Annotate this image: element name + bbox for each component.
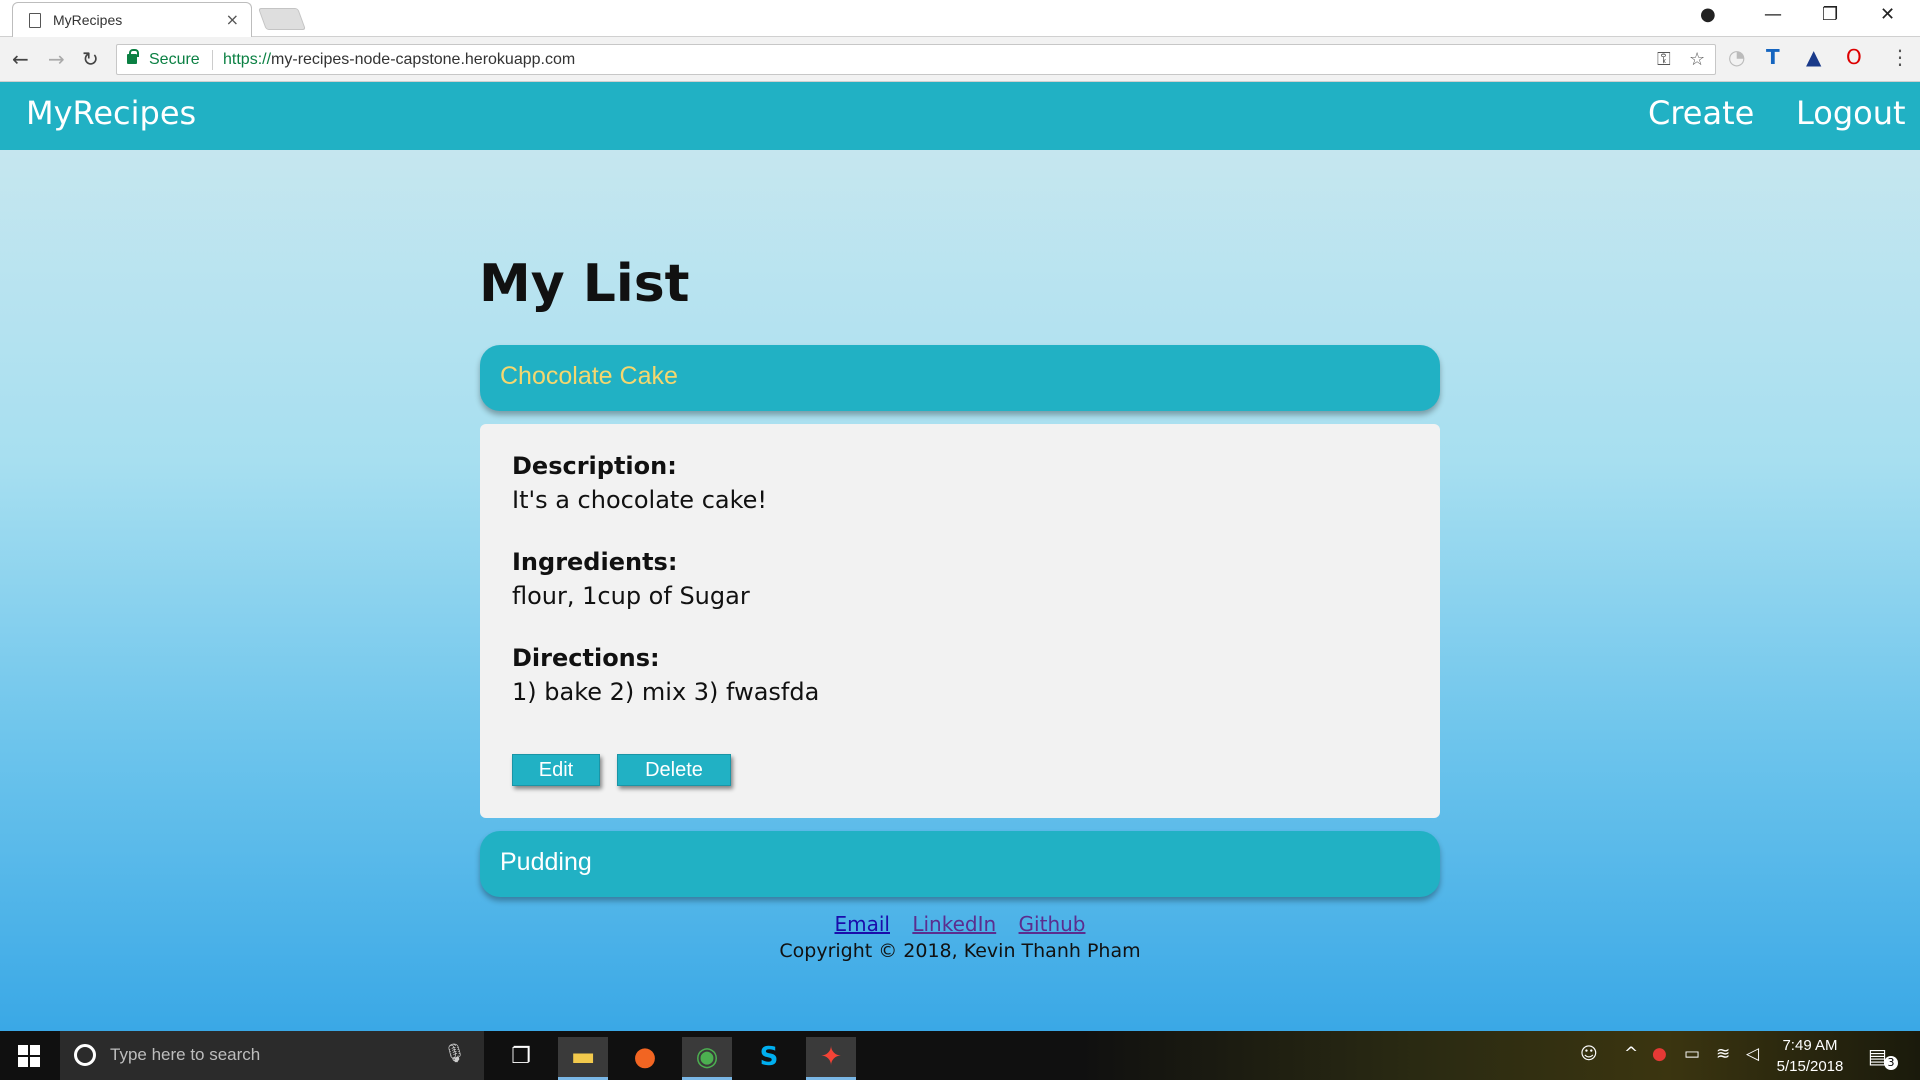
divider [212, 50, 213, 70]
windows-start-icon[interactable] [18, 1045, 40, 1067]
cortana-icon [74, 1044, 96, 1066]
email-link[interactable]: Email [835, 912, 891, 936]
tab-title: MyRecipes [53, 12, 123, 28]
profile-icon[interactable]: ● [1700, 4, 1716, 25]
new-tab-button[interactable] [257, 8, 307, 30]
system-clock[interactable]: 7:49 AM 5/15/2018 [1775, 1035, 1845, 1077]
recipe-title: Pudding [500, 848, 592, 876]
windows-taskbar: Type here to search 🎙 ❐ ▬ ● ◉ S ✦ ☺ ^ ● … [0, 1031, 1920, 1080]
battery-icon[interactable]: ▭ [1684, 1044, 1700, 1064]
url-host: my-recipes-node-capstone.herokuapp.com [271, 51, 576, 68]
browser-tab-strip: MyRecipes × ● — ❐ ✕ [0, 0, 1920, 38]
extension-icon[interactable]: ◔ [1728, 45, 1745, 69]
restore-icon[interactable]: ❐ [1822, 4, 1838, 25]
menu-icon[interactable]: ⋮ [1890, 45, 1910, 69]
microphone-icon[interactable]: 🎙 [443, 1043, 466, 1064]
recipe-header-chocolate-cake[interactable]: Chocolate Cake [480, 345, 1440, 411]
lock-icon [127, 49, 139, 64]
recipe-header-pudding[interactable]: Pudding [480, 831, 1440, 897]
description-label: Description: [512, 452, 677, 480]
url-text: https://my-recipes-node-capstone.herokua… [223, 51, 575, 69]
directions-label: Directions: [512, 644, 660, 672]
opera-icon[interactable]: O [1846, 45, 1862, 69]
file-explorer-icon[interactable]: ▬ [558, 1037, 608, 1080]
create-link[interactable]: Create [1648, 94, 1754, 132]
ingredients-text: flour, 1cup of Sugar [512, 582, 750, 610]
tab-close-icon[interactable]: × [226, 10, 239, 29]
browser-toolbar: ← → ↻ Secure https://my-recipes-node-cap… [0, 37, 1920, 82]
task-view-icon[interactable]: ❐ [496, 1037, 546, 1080]
people-icon[interactable]: ☺ [1580, 1044, 1598, 1064]
minimize-icon[interactable]: — [1764, 4, 1782, 25]
chevron-up-icon[interactable]: ^ [1624, 1044, 1638, 1064]
taskbar-search-box[interactable]: Type here to search 🎙 [60, 1031, 484, 1080]
delete-button[interactable]: Delete [617, 754, 731, 786]
browser-tab[interactable]: MyRecipes × [12, 2, 252, 38]
reload-icon[interactable]: ↻ [82, 47, 99, 71]
extension-drive-icon[interactable]: ▲ [1806, 45, 1821, 69]
chrome-icon[interactable]: ◉ [682, 1037, 732, 1080]
forward-icon[interactable]: → [48, 47, 65, 71]
recipe-title: Chocolate Cake [500, 362, 678, 390]
footer-links: Email LinkedIn Github [0, 912, 1920, 936]
antivirus-icon[interactable]: ● [1652, 1044, 1667, 1064]
linkedin-link[interactable]: LinkedIn [912, 912, 996, 936]
edit-button[interactable]: Edit [512, 754, 600, 786]
notification-count-badge: 3 [1884, 1056, 1898, 1070]
skype-icon[interactable]: S [744, 1037, 794, 1080]
bookmark-star-icon[interactable]: ☆ [1689, 49, 1705, 70]
copyright-text: Copyright © 2018, Kevin Thanh Pham [779, 940, 1141, 962]
site-navbar: MyRecipes Create Logout [0, 82, 1920, 150]
wifi-icon[interactable]: ≋ [1716, 1044, 1730, 1064]
directions-text: 1) bake 2) mix 3) fwasfda [512, 678, 820, 706]
recipe-detail-panel: Description: It's a chocolate cake! Ingr… [480, 424, 1440, 818]
volume-icon[interactable]: ◁ [1746, 1044, 1759, 1064]
page-icon [29, 13, 41, 28]
back-icon[interactable]: ← [12, 47, 29, 71]
brackets-app-icon[interactable]: ● [620, 1037, 670, 1080]
description-text: It's a chocolate cake! [512, 486, 768, 514]
secure-label: Secure [149, 51, 200, 68]
clock-time: 7:49 AM [1782, 1037, 1838, 1054]
logout-link[interactable]: Logout [1796, 94, 1906, 132]
extension-t-icon[interactable]: T [1766, 45, 1780, 69]
search-placeholder: Type here to search [110, 1045, 261, 1064]
ingredients-label: Ingredients: [512, 548, 678, 576]
github-link[interactable]: Github [1019, 912, 1086, 936]
clock-date: 5/15/2018 [1776, 1058, 1844, 1075]
page-title: My List [479, 254, 690, 314]
page: MyRecipes Create Logout My List Chocolat… [0, 82, 1920, 1031]
brand-logo[interactable]: MyRecipes [26, 94, 196, 132]
address-bar[interactable]: Secure https://my-recipes-node-capstone.… [116, 44, 1716, 75]
gitkraken-icon[interactable]: ✦ [806, 1037, 856, 1080]
close-window-icon[interactable]: ✕ [1880, 4, 1895, 25]
key-icon[interactable]: ⚿ [1657, 49, 1671, 70]
url-scheme: https:// [223, 51, 272, 68]
